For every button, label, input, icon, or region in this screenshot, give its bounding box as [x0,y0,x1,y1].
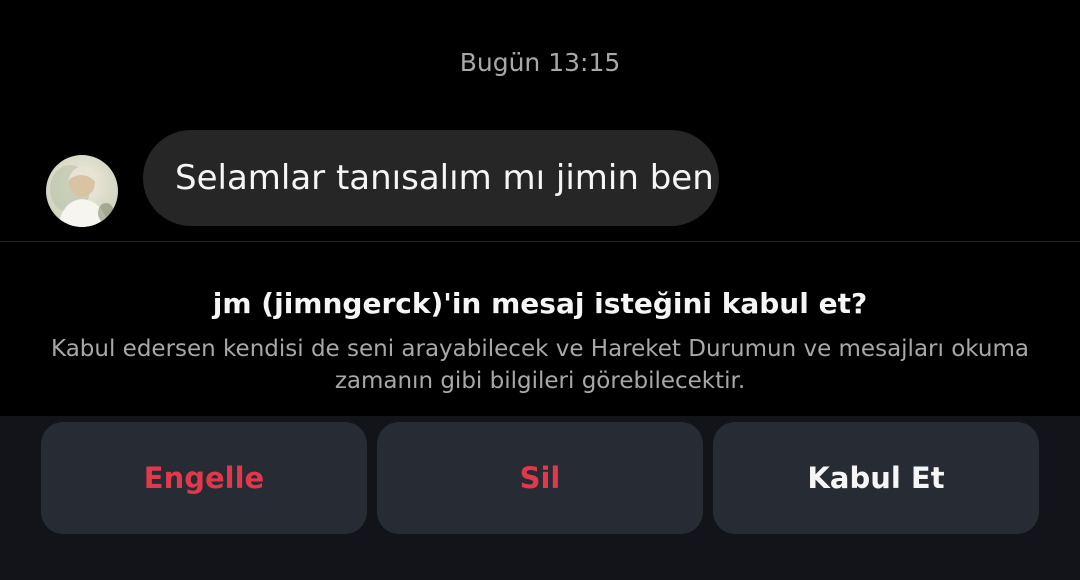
request-title: jm (jimngerck)'in mesaj isteğini kabul e… [212,287,868,320]
message-row: Selamlar tanısalım mı jimin ben [0,130,1080,227]
message-timestamp: Bugün 13:15 [459,48,621,77]
action-bar: Engelle Sil Kabul Et [0,416,1080,580]
block-button[interactable]: Engelle [41,422,367,534]
request-description: Kabul edersen kendisi de seni arayabilec… [51,336,1029,394]
message-bubble[interactable]: Selamlar tanısalım mı jimin ben [143,130,719,226]
accept-button[interactable]: Kabul Et [713,422,1039,534]
divider [0,241,1080,242]
message-request-screen: Bugün 13:15 Selamlar tanısalım mı jimin … [0,0,1080,580]
sender-avatar[interactable] [46,155,118,227]
user-avatar-icon [46,155,118,227]
delete-button[interactable]: Sil [377,422,703,534]
